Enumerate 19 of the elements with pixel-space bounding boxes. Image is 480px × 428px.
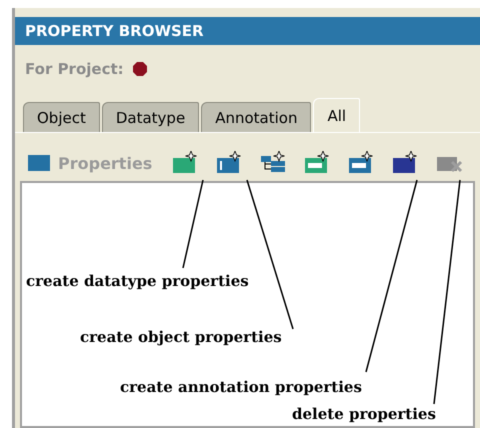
tab[interactable]: Datatype [102,102,200,132]
properties-icon [28,155,50,171]
callout-label: delete properties [292,405,436,423]
project-icon [132,61,148,77]
property-add-icon[interactable] [393,151,419,173]
property-add-icon[interactable] [305,151,331,173]
callout-label: create datatype properties [26,272,249,290]
tab[interactable]: Annotation [201,102,312,132]
tab[interactable]: All [313,98,360,132]
property-add-icon[interactable] [217,151,243,173]
project-label: For Project: [25,60,124,78]
subproperty-add-icon[interactable] [261,151,287,173]
property-add-icon[interactable] [173,151,199,173]
tab[interactable]: Object [23,102,100,132]
panel-title: PROPERTY BROWSER [25,22,204,40]
properties-label: Properties [58,154,154,173]
property-add-icon[interactable] [349,151,375,173]
callout-label: create annotation properties [120,378,362,396]
callout-label: create object properties [80,328,282,346]
